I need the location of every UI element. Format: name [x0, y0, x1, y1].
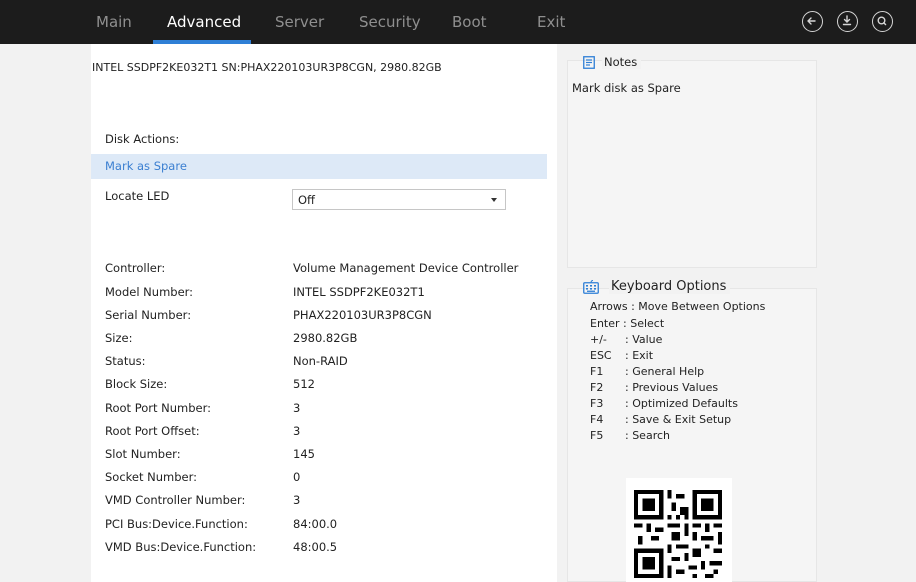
detail-value-pci-bdf: 84:00.0	[293, 517, 338, 531]
detail-value-socket-number: 0	[293, 470, 301, 484]
kb-key-f3: F3	[590, 397, 604, 410]
detail-label-vmd-controller-number: VMD Controller Number:	[105, 493, 246, 507]
tab-server[interactable]: Server	[275, 0, 324, 44]
kb-desc-search: : Search	[625, 429, 670, 442]
keyboard-options-title: Keyboard Options	[609, 279, 731, 294]
locate-led-value: Off	[298, 193, 315, 207]
kb-key-f5: F5	[590, 429, 604, 442]
detail-value-vmd-controller-number: 3	[293, 493, 301, 507]
detail-label-serial-number: Serial Number:	[105, 308, 192, 322]
detail-value-root-port-offset: 3	[293, 424, 301, 438]
detail-label-size: Size:	[105, 331, 133, 345]
detail-label-controller: Controller:	[105, 261, 166, 275]
kb-desc-value: : Value	[625, 333, 663, 346]
detail-label-socket-number: Socket Number:	[105, 470, 198, 484]
detail-label-status: Status:	[105, 354, 146, 368]
kb-key-esc: ESC	[590, 349, 612, 362]
detail-label-vmd-bdf: VMD Bus:Device.Function:	[105, 540, 257, 554]
kb-desc-previous-values: : Previous Values	[625, 381, 719, 394]
detail-label-root-port-offset: Root Port Offset:	[105, 424, 200, 438]
detail-label-pci-bdf: PCI Bus:Device.Function:	[105, 517, 248, 531]
bios-setup-screen: Main Advanced Server Security Boot Exit …	[0, 0, 916, 582]
kb-desc-general-help: : General Help	[625, 365, 705, 378]
detail-value-controller: Volume Management Device Controller	[293, 261, 519, 275]
detail-label-root-port-number: Root Port Number:	[105, 401, 212, 415]
detail-value-block-size: 512	[293, 377, 315, 391]
detail-value-slot-number: 145	[293, 447, 315, 461]
detail-value-model-number: INTEL SSDPF2KE032T1	[293, 285, 425, 299]
tab-advanced[interactable]: Advanced	[167, 0, 241, 44]
notes-icon	[583, 56, 595, 69]
back-icon[interactable]	[802, 11, 823, 32]
kb-desc-save-exit: : Save & Exit Setup	[625, 413, 732, 426]
kb-desc-exit: : Exit	[625, 349, 654, 362]
disk-actions-heading: Disk Actions:	[105, 132, 180, 146]
kb-key-f4: F4	[590, 413, 604, 426]
save-icon[interactable]	[837, 11, 858, 32]
disk-title: INTEL SSDPF2KE032T1 SN:PHAX220103UR3P8CG…	[92, 61, 442, 74]
detail-value-size: 2980.82GB	[293, 331, 358, 345]
kb-key-f1: F1	[590, 365, 604, 378]
tab-boot[interactable]: Boot	[452, 0, 487, 44]
detail-label-block-size: Block Size:	[105, 377, 168, 391]
kb-desc-optimized-defaults: : Optimized Defaults	[625, 397, 738, 410]
kb-key-plus-minus: +/-	[590, 333, 607, 346]
kb-option-arrows: Arrows : Move Between Options	[590, 300, 766, 313]
locate-led-label: Locate LED	[105, 189, 170, 203]
locate-led-dropdown[interactable]: Off	[292, 189, 506, 210]
top-nav-bar: Main Advanced Server Security Boot Exit	[0, 0, 916, 44]
notes-body: Mark disk as Spare	[572, 81, 681, 95]
keyboard-icon	[583, 280, 599, 294]
detail-label-slot-number: Slot Number:	[105, 447, 181, 461]
tab-security[interactable]: Security	[359, 0, 421, 44]
detail-value-serial-number: PHAX220103UR3P8CGN	[293, 308, 432, 322]
kb-option-enter: Enter : Select	[590, 317, 665, 330]
detail-label-model-number: Model Number:	[105, 285, 194, 299]
notes-title: Notes	[602, 55, 642, 69]
kb-key-f2: F2	[590, 381, 604, 394]
chevron-down-icon	[491, 198, 497, 202]
detail-value-root-port-number: 3	[293, 401, 301, 415]
tab-main[interactable]: Main	[96, 0, 132, 44]
detail-value-status: Non-RAID	[293, 354, 348, 368]
search-icon[interactable]	[872, 11, 893, 32]
qr-code	[626, 478, 732, 582]
tab-exit[interactable]: Exit	[537, 0, 565, 44]
mark-as-spare-option[interactable]: Mark as Spare	[105, 159, 187, 173]
qr-code-image	[634, 490, 722, 578]
detail-value-vmd-bdf: 48:00.5	[293, 540, 338, 554]
